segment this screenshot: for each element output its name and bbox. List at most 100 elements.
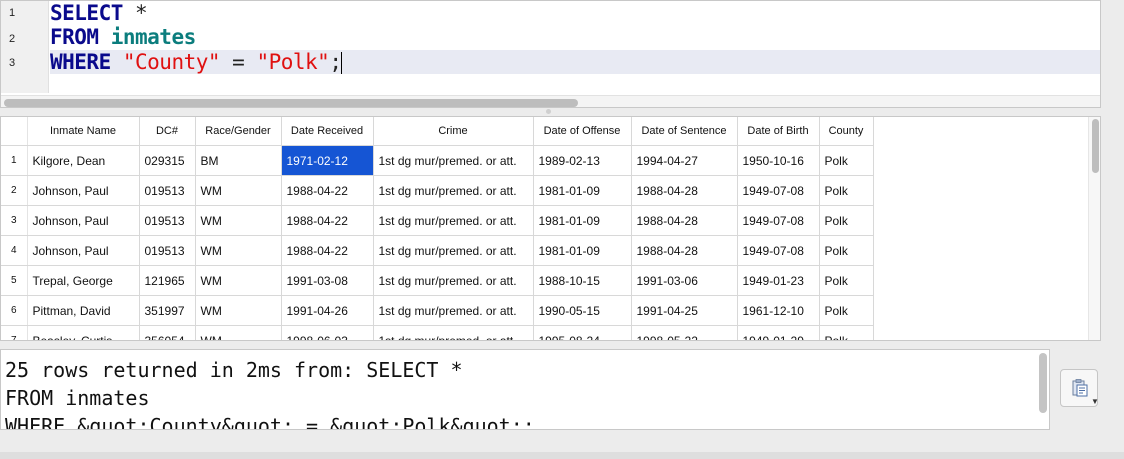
row-number[interactable]: 2	[1, 175, 28, 206]
table-cell[interactable]: 1994-04-27	[631, 145, 738, 176]
table-cell[interactable]: WM	[195, 175, 282, 206]
row-number[interactable]: 5	[1, 265, 28, 296]
column-header[interactable]: DC#	[139, 117, 196, 146]
row-number[interactable]: 4	[1, 235, 28, 266]
table-cell[interactable]: 1971-02-12	[281, 145, 374, 176]
row-number[interactable]: 1	[1, 145, 28, 176]
message-pane[interactable]: 25 rows returned in 2ms from: SELECT * F…	[0, 349, 1050, 430]
table-cell[interactable]: 1st dg mur/premed. or att.	[373, 175, 534, 206]
splitter-handle-icon[interactable]	[546, 109, 551, 114]
table-cell[interactable]: 1991-04-26	[281, 295, 374, 326]
dropdown-caret-icon[interactable]: ▼	[1091, 398, 1099, 406]
table-cell[interactable]: Johnson, Paul	[27, 205, 140, 236]
results-grid[interactable]: Inmate Name DC# Race/Gender Date Receive…	[0, 116, 1101, 341]
table-cell[interactable]: 1st dg mur/premed. or att.	[373, 265, 534, 296]
sql-editor[interactable]: 1 2 3 SELECT * FROM inmates WHERE "Count…	[0, 0, 1101, 108]
message-vertical-scrollbar[interactable]	[1037, 352, 1049, 428]
row-number[interactable]: 6	[1, 295, 28, 326]
table-cell[interactable]: 1961-12-10	[737, 295, 820, 326]
table-row[interactable]: 7 Beasley, Curtis 356054 WM 1998-06-03 1st dg…	[1, 325, 874, 340]
table-cell[interactable]: 1949-07-08	[737, 205, 820, 236]
table-cell[interactable]: BM	[195, 145, 282, 176]
table-cell[interactable]: 1st dg mur/premed. or att.	[373, 205, 534, 236]
table-cell[interactable]: Polk	[819, 205, 874, 236]
table-cell[interactable]: Johnson, Paul	[27, 175, 140, 206]
row-number[interactable]: 7	[1, 325, 28, 340]
table-cell[interactable]: 1950-10-16	[737, 145, 820, 176]
column-header[interactable]: Date of Sentence	[631, 117, 738, 146]
column-header[interactable]: Date of Offense	[533, 117, 632, 146]
table-cell[interactable]: 019513	[139, 175, 196, 206]
table-cell[interactable]: Polk	[819, 235, 874, 266]
table-row[interactable]: 1 Kilgore, Dean 029315 BM 1971-02-12 1st dg m…	[1, 145, 874, 176]
table-cell[interactable]: 1991-04-25	[631, 295, 738, 326]
table-cell[interactable]: WM	[195, 325, 282, 340]
table-cell[interactable]: Polk	[819, 295, 874, 326]
code-line-3[interactable]: WHERE "County" = "Polk";	[50, 50, 1100, 74]
table-cell[interactable]: WM	[195, 205, 282, 236]
table-cell[interactable]: 1st dg mur/premed. or att.	[373, 235, 534, 266]
column-header[interactable]: Crime	[373, 117, 534, 146]
message-scroll-thumb[interactable]	[1039, 353, 1047, 413]
grid-scroll-thumb[interactable]	[1092, 119, 1099, 173]
table-cell[interactable]: Pittman, David	[27, 295, 140, 326]
table-row[interactable]: 6 Pittman, David 351997 WM 1991-04-26 1st dg …	[1, 295, 874, 326]
table-cell[interactable]: 1988-04-28	[631, 175, 738, 206]
row-number[interactable]: 3	[1, 205, 28, 236]
table-cell[interactable]: WM	[195, 235, 282, 266]
code-line-2[interactable]: FROM inmates	[50, 25, 196, 49]
table-cell[interactable]: 1st dg mur/premed. or att.	[373, 145, 534, 176]
column-header[interactable]: Race/Gender	[195, 117, 282, 146]
table-cell[interactable]: 1981-01-09	[533, 175, 632, 206]
copy-button[interactable]: ▼	[1060, 369, 1099, 407]
table-cell[interactable]: Polk	[819, 265, 874, 296]
table-row[interactable]: 3 Johnson, Paul 019513 WM 1988-04-22 1st dg m…	[1, 205, 874, 236]
table-cell[interactable]: Kilgore, Dean	[27, 145, 140, 176]
table-cell[interactable]: 1991-03-06	[631, 265, 738, 296]
grid-vertical-scrollbar[interactable]	[1088, 117, 1100, 340]
table-cell[interactable]: 019513	[139, 235, 196, 266]
editor-horizontal-scrollbar[interactable]	[1, 95, 1100, 107]
table-cell[interactable]: 1981-01-09	[533, 205, 632, 236]
table-row[interactable]: 4 Johnson, Paul 019513 WM 1988-04-22 1st dg m…	[1, 235, 874, 266]
table-cell[interactable]: 1988-04-22	[281, 235, 374, 266]
corner-header[interactable]	[1, 117, 28, 146]
table-cell[interactable]: 351997	[139, 295, 196, 326]
table-row[interactable]: 2 Johnson, Paul 019513 WM 1988-04-22 1st dg m…	[1, 175, 874, 206]
column-header[interactable]: Inmate Name	[27, 117, 140, 146]
table-row[interactable]: 5 Trepal, George 121965 WM 1991-03-08 1st dg …	[1, 265, 874, 296]
table-cell[interactable]: 1988-04-22	[281, 175, 374, 206]
table-cell[interactable]: 1949-01-29	[737, 325, 820, 340]
table-cell[interactable]: 1949-07-08	[737, 175, 820, 206]
table-cell[interactable]: Polk	[819, 325, 874, 340]
table-cell[interactable]: 1988-04-22	[281, 205, 374, 236]
table-cell[interactable]: WM	[195, 265, 282, 296]
column-header[interactable]: Date of Birth	[737, 117, 820, 146]
table-cell[interactable]: 121965	[139, 265, 196, 296]
table-cell[interactable]: 029315	[139, 145, 196, 176]
table-cell[interactable]: 1998-06-03	[281, 325, 374, 340]
table-cell[interactable]: 1949-01-23	[737, 265, 820, 296]
table-cell[interactable]: 1981-01-09	[533, 235, 632, 266]
code-line-1[interactable]: SELECT *	[50, 1, 148, 25]
table-cell[interactable]: 1991-03-08	[281, 265, 374, 296]
table-cell[interactable]: 356054	[139, 325, 196, 340]
table-cell[interactable]: 1988-10-15	[533, 265, 632, 296]
table-cell[interactable]: 1st dg mur/premed. or att.	[373, 295, 534, 326]
table-cell[interactable]: Polk	[819, 145, 874, 176]
table-cell[interactable]: WM	[195, 295, 282, 326]
editor-scroll-thumb[interactable]	[4, 99, 578, 107]
table-cell[interactable]: 019513	[139, 205, 196, 236]
table-cell[interactable]: 1949-07-08	[737, 235, 820, 266]
column-header[interactable]: County	[819, 117, 874, 146]
table-cell[interactable]: 1988-04-28	[631, 235, 738, 266]
table-cell[interactable]: Beasley, Curtis	[27, 325, 140, 340]
column-header[interactable]: Date Received	[281, 117, 374, 146]
table-cell[interactable]: 1990-05-15	[533, 295, 632, 326]
table-cell[interactable]: 1998-05-22	[631, 325, 738, 340]
table-cell[interactable]: Polk	[819, 175, 874, 206]
table-cell[interactable]: Johnson, Paul	[27, 235, 140, 266]
table-cell[interactable]: Trepal, George	[27, 265, 140, 296]
table-cell[interactable]: 1st dg mur/premed. or att.	[373, 325, 534, 340]
table-cell[interactable]: 1989-02-13	[533, 145, 632, 176]
